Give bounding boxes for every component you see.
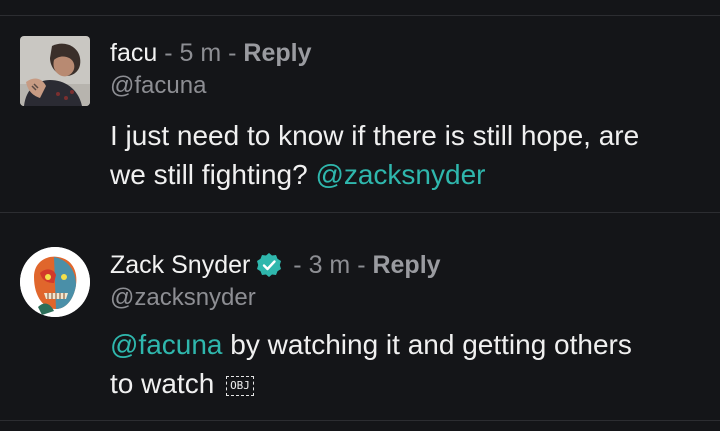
meta-separator: -: [286, 251, 309, 279]
object-placeholder-glyph: OBJ: [226, 375, 254, 396]
avatar-facu[interactable]: [20, 36, 90, 106]
avatar-zacksnyder[interactable]: [20, 247, 90, 317]
author-handle[interactable]: @zacksnyder: [110, 283, 256, 313]
author-handle[interactable]: @facuna: [110, 71, 206, 101]
meta-separator: -: [157, 39, 180, 67]
author-name[interactable]: facu: [110, 38, 157, 68]
meta-separator: -: [350, 251, 373, 279]
comment-meta: facu - 5 m - Reply: [110, 38, 311, 68]
comment-text: I just need to know if there is still ho…: [110, 116, 660, 194]
meta-separator: -: [221, 39, 244, 67]
mention-link[interactable]: @facuna: [110, 329, 223, 360]
author-name[interactable]: Zack Snyder: [110, 250, 250, 280]
comment-meta: Zack Snyder - 3 m - Reply: [110, 250, 441, 280]
divider-top: [0, 15, 720, 16]
divider-bottom: [0, 420, 720, 421]
timestamp: 5 m: [179, 39, 222, 67]
divider-middle: [0, 212, 720, 213]
reply-button[interactable]: Reply: [372, 250, 440, 280]
comment-text: @facuna by watching it and getting other…: [110, 325, 660, 403]
mention-link[interactable]: @zacksnyder: [315, 159, 485, 190]
timestamp: 3 m: [308, 251, 351, 279]
reply-button[interactable]: Reply: [243, 38, 311, 68]
verified-check-icon: [257, 253, 282, 277]
